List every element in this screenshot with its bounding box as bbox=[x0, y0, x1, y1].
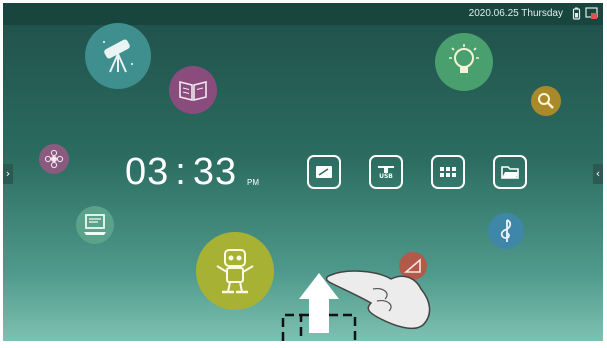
clock-minutes: 33 bbox=[192, 151, 238, 193]
datetime-label: 2020.06.25 Thursday bbox=[468, 8, 563, 19]
apps-grid-icon bbox=[440, 167, 456, 177]
book-bubble bbox=[169, 66, 217, 114]
clock-separator: : bbox=[175, 151, 187, 193]
robot-bubble bbox=[196, 232, 274, 310]
book-icon bbox=[179, 80, 207, 102]
swipe-up-hand-icon bbox=[281, 270, 431, 341]
right-edge-arrow[interactable]: ‹ bbox=[593, 164, 603, 184]
desktop-screen: 2020.06.25 Thursday › ‹ 03: 33 PM USB bbox=[3, 3, 603, 341]
music-note-icon bbox=[500, 219, 512, 242]
clock-period: PM bbox=[247, 178, 259, 187]
apps-grid-button[interactable] bbox=[431, 155, 465, 189]
usb-icon bbox=[378, 165, 394, 173]
magnifier-bubble bbox=[531, 86, 561, 116]
telescope-bubble bbox=[85, 23, 151, 89]
whiteboard-icon bbox=[316, 166, 332, 178]
left-edge-arrow[interactable]: › bbox=[3, 164, 13, 184]
screen-toggle-icon[interactable] bbox=[585, 7, 598, 23]
usb-button[interactable]: USB bbox=[369, 155, 403, 189]
status-bar: 2020.06.25 Thursday bbox=[3, 3, 603, 25]
music-bubble bbox=[488, 213, 524, 249]
robot-icon bbox=[216, 249, 254, 294]
clock-hours: 03 bbox=[125, 151, 170, 193]
magnifier-icon bbox=[538, 93, 554, 109]
lightbulb-bubble bbox=[435, 33, 493, 91]
folder-button[interactable] bbox=[493, 155, 527, 189]
flower-icon bbox=[44, 149, 64, 169]
flower-bubble bbox=[39, 144, 69, 174]
whiteboard-button[interactable] bbox=[307, 155, 341, 189]
folder-icon bbox=[501, 166, 519, 179]
lightbulb-icon bbox=[449, 44, 479, 73]
computer-icon bbox=[84, 214, 106, 235]
battery-icon[interactable] bbox=[572, 7, 581, 23]
telescope-icon bbox=[103, 39, 133, 73]
usb-label: USB bbox=[379, 172, 393, 180]
computer-bubble bbox=[76, 206, 114, 244]
clock-time: 03:33 bbox=[125, 151, 237, 194]
